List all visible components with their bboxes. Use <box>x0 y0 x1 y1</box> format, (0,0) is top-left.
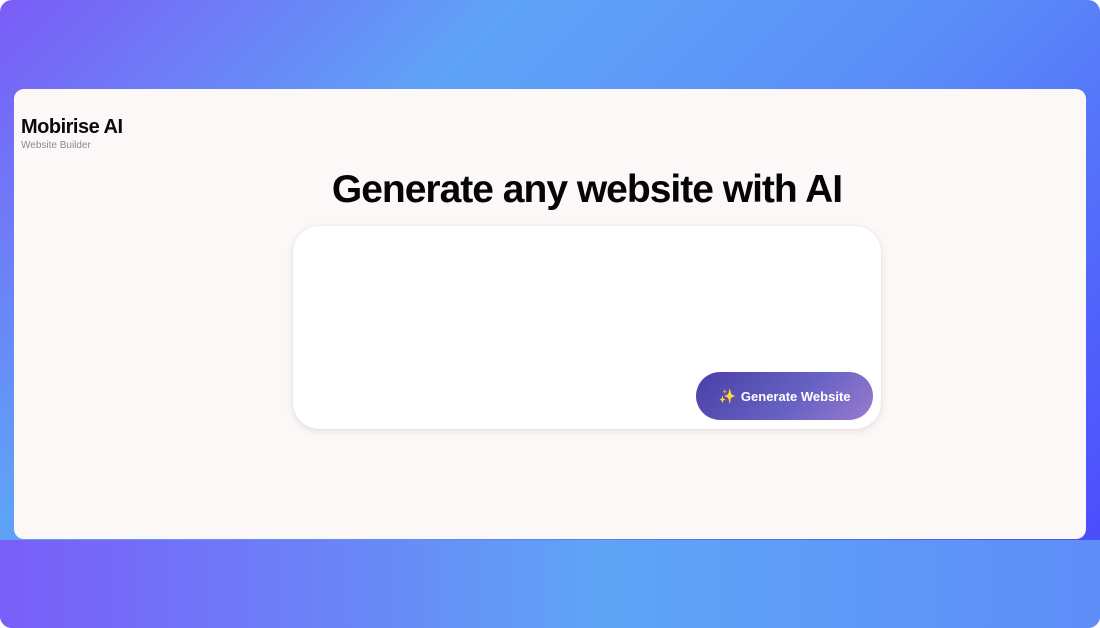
prompt-card: ✨ Generate Website <box>293 226 881 429</box>
brand-name: Mobirise AI <box>21 116 123 138</box>
sparkles-icon: ✨ <box>718 388 736 404</box>
builder-window: Mobirise AI Website Builder Generate any… <box>14 89 1086 539</box>
generate-website-button[interactable]: ✨ Generate Website <box>696 372 873 420</box>
brand-subtitle: Website Builder <box>21 140 91 151</box>
page-title: Generate any website with AI <box>331 168 843 211</box>
brand: Mobirise AI Website Builder <box>21 115 123 153</box>
prompt-input[interactable] <box>313 244 857 368</box>
generate-website-label: Generate Website <box>740 388 851 404</box>
